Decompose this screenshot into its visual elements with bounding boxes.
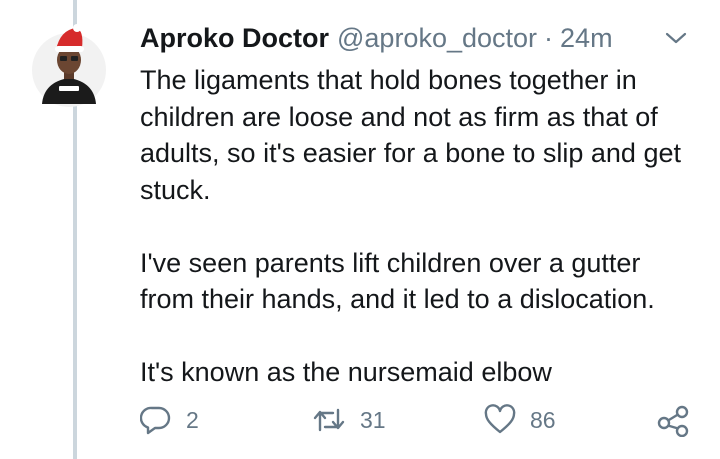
chevron-down-icon[interactable] bbox=[664, 26, 688, 50]
display-name[interactable]: Aproko Doctor bbox=[140, 23, 329, 54]
tweet-header: Aproko Doctor @aproko_doctor · 24m bbox=[140, 18, 613, 58]
retweet-count: 31 bbox=[360, 406, 386, 433]
tweet-paragraph: It's known as the nursemaid elbow bbox=[140, 357, 552, 387]
avatar-image bbox=[32, 24, 106, 107]
share-icon bbox=[656, 403, 690, 437]
tweet-paragraph: I've seen parents lift children over a g… bbox=[140, 247, 655, 315]
user-handle[interactable]: @aproko_doctor bbox=[337, 23, 537, 54]
like-count: 86 bbox=[530, 406, 556, 433]
share-button[interactable] bbox=[656, 398, 690, 442]
retweet-button[interactable]: 31 bbox=[312, 398, 386, 442]
reply-icon bbox=[140, 404, 172, 436]
tweet-actions: 2 31 86 bbox=[0, 398, 720, 442]
tweet-paragraph: The ligaments that hold bones together i… bbox=[140, 65, 681, 205]
retweet-icon bbox=[312, 404, 346, 436]
separator: · bbox=[544, 22, 554, 53]
reply-count: 2 bbox=[186, 406, 199, 433]
avatar[interactable] bbox=[30, 20, 108, 110]
reply-button[interactable]: 2 bbox=[140, 398, 199, 442]
tweet-text: The ligaments that hold bones together i… bbox=[140, 62, 700, 391]
heart-icon bbox=[484, 404, 516, 436]
timestamp[interactable]: 24m bbox=[560, 23, 613, 54]
like-button[interactable]: 86 bbox=[484, 398, 556, 442]
